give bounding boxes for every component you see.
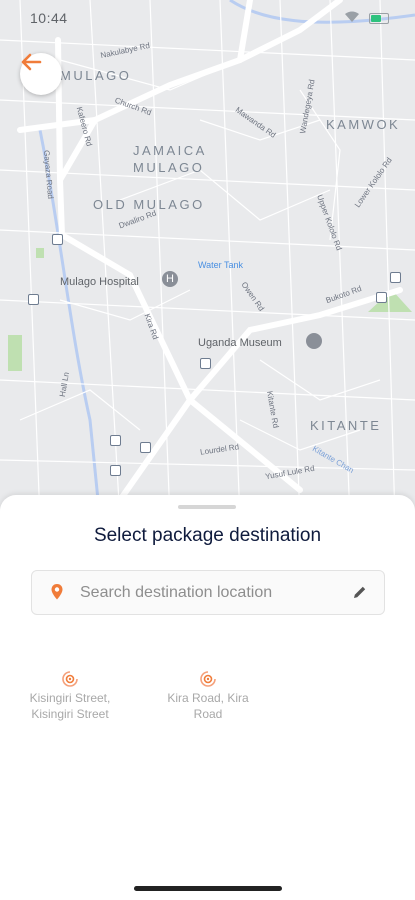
bus-stop-icon — [200, 358, 211, 369]
battery-icon — [369, 13, 389, 24]
location-pin-icon — [51, 584, 63, 600]
destination-search-field[interactable] — [31, 570, 385, 615]
bottom-sheet: Select package destination Kisingiri Str… — [0, 495, 415, 900]
sheet-drag-handle[interactable] — [178, 505, 236, 509]
poi-hospital-label: Mulago Hospital — [60, 276, 139, 288]
recent-destination-label: Kira Road, Kira Road — [167, 691, 249, 721]
map-view[interactable]: MULAGO JAMAICA MULAGO OLD MULAGO KAMWOK … — [0, 0, 415, 520]
status-bar: 10:44 — [0, 0, 415, 40]
home-indicator[interactable] — [134, 886, 282, 891]
recent-destination-item[interactable]: Kisingiri Street, Kisingiri Street — [15, 670, 125, 722]
destination-search-input[interactable] — [80, 571, 340, 614]
poi-museum-label: Uganda Museum — [198, 337, 282, 349]
wifi-icon — [345, 11, 359, 22]
bus-stop-icon — [52, 234, 63, 245]
bus-stop-icon — [110, 435, 121, 446]
poi-water-label: Water Tank — [198, 260, 244, 270]
bus-stop-icon — [390, 272, 401, 283]
arrow-left-icon — [21, 53, 42, 71]
status-time: 10:44 — [30, 10, 68, 26]
map-area-label: JAMAICA — [133, 143, 207, 158]
recent-location-icon — [200, 671, 216, 687]
map-area-label: KAMWOK — [326, 117, 401, 132]
bus-stop-icon — [140, 442, 151, 453]
back-button[interactable] — [20, 53, 62, 95]
recent-location-icon — [62, 671, 78, 687]
bus-stop-icon — [28, 294, 39, 305]
map-area-label: KITANTE — [310, 418, 382, 433]
sheet-title: Select package destination — [93, 525, 322, 546]
recent-destination-label: Kisingiri Street, Kisingiri Street — [29, 691, 111, 721]
museum-icon — [306, 333, 322, 349]
bus-stop-icon — [110, 465, 121, 476]
bus-stop-icon — [376, 292, 387, 303]
map-area-label: MULAGO — [133, 160, 205, 175]
map-area-label: MULAGO — [60, 68, 132, 83]
pencil-icon[interactable] — [352, 584, 368, 600]
recent-destination-item[interactable]: Kira Road, Kira Road — [153, 670, 263, 722]
hospital-icon: H — [162, 271, 178, 287]
